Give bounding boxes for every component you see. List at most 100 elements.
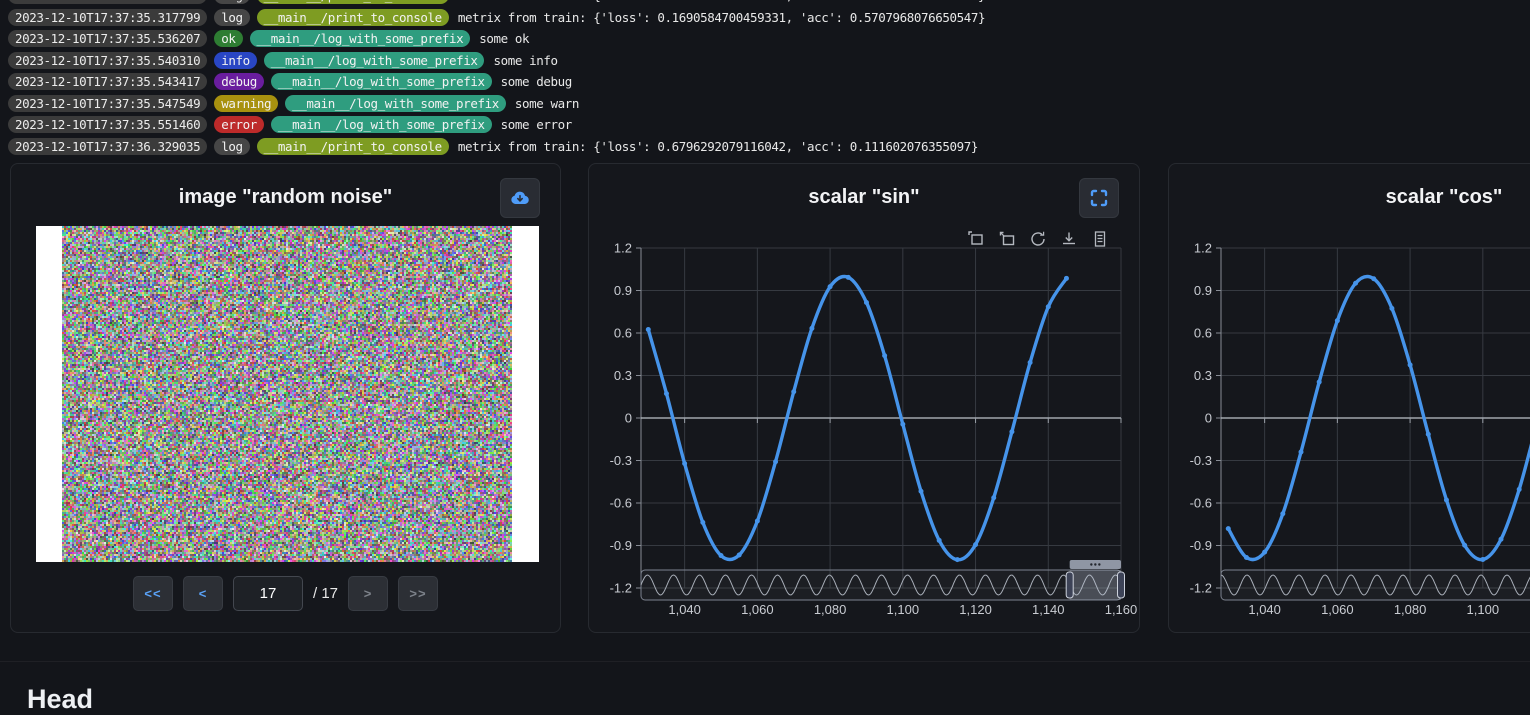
- scalar-cos-card: scalar "cos" 1.2 0.9 0.6 0.3 0 -0.3 -0.6 -0.9 -1…: [1168, 163, 1530, 633]
- svg-text:-0.3: -0.3: [1190, 453, 1212, 468]
- log-message: some info: [493, 53, 557, 68]
- svg-text:1,160: 1,160: [1105, 602, 1137, 617]
- download-image-button[interactable]: [500, 178, 540, 218]
- svg-text:1,100: 1,100: [887, 602, 920, 617]
- sin-card-title: scalar "sin": [589, 164, 1139, 209]
- chart-svg: 1.2 0.9 0.6 0.3 0 -0.3 -0.6 -0.9 -1.2 1,040 1,060 1…: [593, 228, 1137, 628]
- svg-text:1.2: 1.2: [1194, 241, 1212, 256]
- datazoom-window[interactable]: [1070, 570, 1121, 600]
- image-card-title: image "random noise": [11, 164, 560, 209]
- svg-text:-0.6: -0.6: [610, 496, 632, 511]
- log-message: metrix from train: {'loss': 0.1690584700…: [458, 10, 985, 25]
- logger-badge: __main__/print_to_console: [257, 0, 449, 4]
- level-badge: ok: [214, 30, 242, 47]
- logger-badge: __main__/log_with_some_prefix: [250, 30, 471, 47]
- next-page-button[interactable]: >: [348, 576, 388, 611]
- svg-text:-1.2: -1.2: [610, 581, 632, 596]
- svg-text:0.9: 0.9: [1194, 283, 1212, 298]
- svg-text:0.9: 0.9: [614, 283, 632, 298]
- cos-card-title: scalar "cos": [1169, 164, 1530, 209]
- image-mat: [36, 226, 539, 562]
- svg-text:1,060: 1,060: [1321, 602, 1354, 617]
- section-divider: [0, 661, 1530, 662]
- level-badge: info: [214, 52, 257, 69]
- log-line: 2023-12-10T17:37:35.536207 ok __main__/l…: [8, 30, 1528, 47]
- svg-text:1,100: 1,100: [1467, 602, 1500, 617]
- clipped-section-heading: Head: [27, 684, 93, 715]
- svg-text:1,040: 1,040: [1248, 602, 1281, 617]
- svg-text:0.3: 0.3: [1194, 368, 1212, 383]
- log-line: 2023-12-10T17:37:35.547549 warning __mai…: [8, 95, 1528, 112]
- svg-text:0: 0: [625, 411, 632, 426]
- log-message: metrix from train: {'loss': 0.6796292079…: [458, 139, 978, 154]
- fullscreen-icon: [1089, 188, 1109, 208]
- level-badge: log: [214, 138, 249, 155]
- svg-text:-0.9: -0.9: [610, 538, 632, 553]
- svg-text:1,080: 1,080: [1394, 602, 1427, 617]
- cloud-download-icon: [509, 187, 531, 209]
- timestamp-badge: 2023-12-10T17:37:35.551460: [8, 116, 207, 133]
- logger-badge: __main__/log_with_some_prefix: [271, 116, 492, 133]
- svg-text:1,040: 1,040: [668, 602, 701, 617]
- page-total-label: / 17: [313, 585, 338, 602]
- logger-badge: __main__/log_with_some_prefix: [271, 73, 492, 90]
- svg-text:0.6: 0.6: [1194, 326, 1212, 341]
- timestamp-badge: 2023-12-10T17:37:36.329035: [8, 138, 207, 155]
- timestamp-badge: 2023-12-10T17:37:35.536207: [8, 30, 207, 47]
- log-line: 2023-12-10T17:37:35.317799 log __main__/…: [8, 9, 1528, 26]
- prev-page-button[interactable]: <: [183, 576, 223, 611]
- svg-text:1,060: 1,060: [741, 602, 774, 617]
- level-badge: log: [214, 0, 249, 4]
- log-message: some error: [501, 117, 572, 132]
- svg-text:0.6: 0.6: [614, 326, 632, 341]
- datazoom-handle-left[interactable]: [1066, 572, 1073, 598]
- logger-badge: __main__/print_to_console: [257, 9, 449, 26]
- log-line-clipped: 2023-12-10T17:37:35.317799 log __main__/…: [8, 0, 1528, 4]
- datazoom-track[interactable]: [1221, 570, 1530, 600]
- logger-badge: __main__/log_with_some_prefix: [264, 52, 485, 69]
- svg-text:-0.6: -0.6: [1190, 496, 1212, 511]
- image-pagination: << < / 17 > >>: [11, 576, 560, 611]
- log-message: some debug: [501, 74, 572, 89]
- svg-text:-0.9: -0.9: [1190, 538, 1212, 553]
- sin-chart: 1.2 0.9 0.6 0.3 0 -0.3 -0.6 -0.9 -1.2 1,040 1,060 1…: [593, 228, 1137, 628]
- datazoom-track[interactable]: [641, 570, 1121, 600]
- datazoom-handle-right[interactable]: [1118, 572, 1125, 598]
- scalar-sin-card: scalar "sin" 1.2 0.9 0.6 0.3 0 -0.3 -0.6 -0.9 -1…: [588, 163, 1140, 633]
- svg-text:-0.3: -0.3: [610, 453, 632, 468]
- svg-text:1,080: 1,080: [814, 602, 847, 617]
- svg-text:1,140: 1,140: [1032, 602, 1065, 617]
- svg-text:0: 0: [1205, 411, 1212, 426]
- page-number-input[interactable]: [233, 576, 303, 611]
- log-line: 2023-12-10T17:37:35.543417 debug __main_…: [8, 73, 1528, 90]
- log-message: some warn: [515, 96, 579, 111]
- image-card: image "random noise" << < / 17 > >>: [10, 163, 561, 633]
- logger-badge: __main__/log_with_some_prefix: [285, 95, 506, 112]
- noise-image: [62, 226, 512, 562]
- expand-chart-button[interactable]: [1079, 178, 1119, 218]
- timestamp-badge: 2023-12-10T17:37:35.317799: [8, 9, 207, 26]
- first-page-button[interactable]: <<: [133, 576, 173, 611]
- log-message: some ok: [479, 31, 529, 46]
- last-page-button[interactable]: >>: [398, 576, 438, 611]
- svg-text:1,120: 1,120: [959, 602, 992, 617]
- logger-badge: __main__/print_to_console: [257, 138, 449, 155]
- level-badge: debug: [214, 73, 264, 90]
- svg-text:0.3: 0.3: [614, 368, 632, 383]
- svg-text:1.2: 1.2: [614, 241, 632, 256]
- timestamp-badge: 2023-12-10T17:37:35.540310: [8, 52, 207, 69]
- timestamp-badge: 2023-12-10T17:37:35.317799: [8, 0, 207, 4]
- timestamp-badge: 2023-12-10T17:37:35.543417: [8, 73, 207, 90]
- timestamp-badge: 2023-12-10T17:37:35.547549: [8, 95, 207, 112]
- level-badge: log: [214, 9, 249, 26]
- log-console: 2023-12-10T17:37:35.317799 log __main__/…: [8, 0, 1528, 159]
- log-message: metrix from train: {'loss': 0.1690584700…: [458, 0, 985, 3]
- cos-chart: 1.2 0.9 0.6 0.3 0 -0.3 -0.6 -0.9 -1.2 1,040 1,060 1…: [1173, 228, 1530, 628]
- log-line: 2023-12-10T17:37:35.551460 error __main_…: [8, 116, 1528, 133]
- level-badge: warning: [214, 95, 278, 112]
- log-line: 2023-12-10T17:37:36.329035 log __main__/…: [8, 138, 1528, 155]
- level-badge: error: [214, 116, 264, 133]
- log-line: 2023-12-10T17:37:35.540310 info __main__…: [8, 52, 1528, 69]
- chart-svg: 1.2 0.9 0.6 0.3 0 -0.3 -0.6 -0.9 -1.2 1,040 1,060 1…: [1173, 228, 1530, 628]
- svg-text:-1.2: -1.2: [1190, 581, 1212, 596]
